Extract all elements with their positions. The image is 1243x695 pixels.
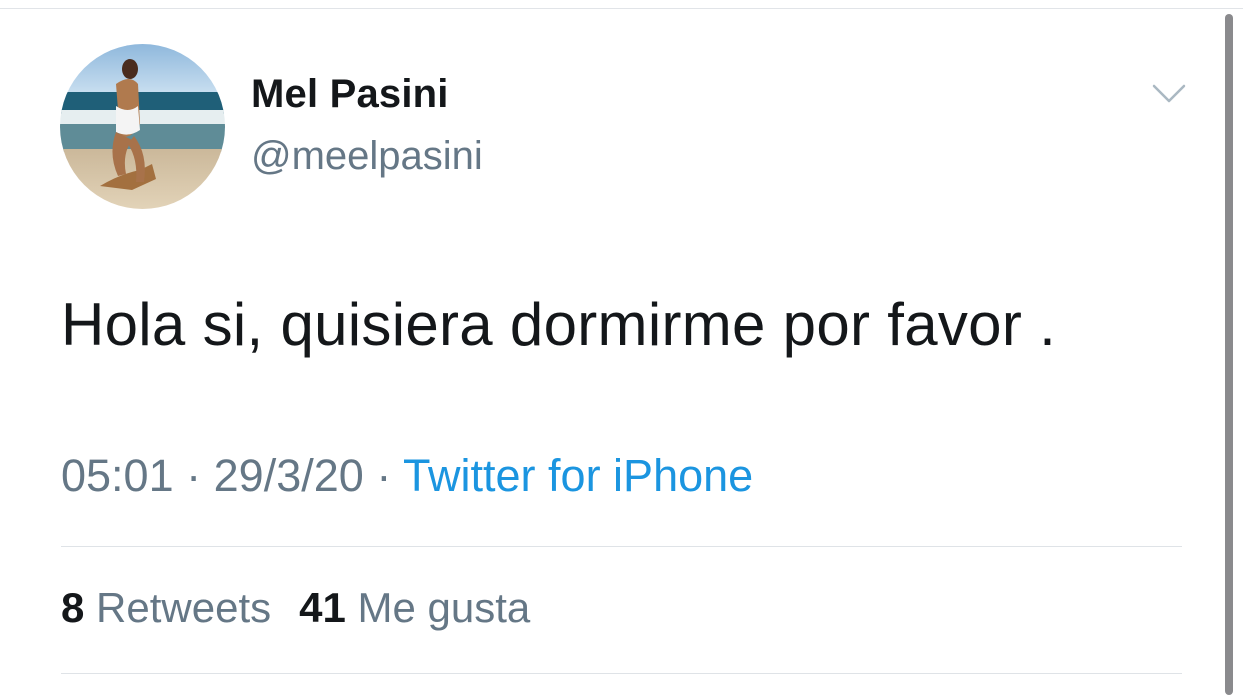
retweets-count: 8 [61, 584, 85, 631]
avatar-image [60, 44, 225, 209]
top-border [0, 8, 1243, 9]
meta-separator: · [186, 450, 202, 501]
retweets-label: Retweets [96, 584, 272, 631]
tweet-page: Mel Pasini @meelpasini Hola si, quisiera… [0, 0, 1243, 695]
tweet-date[interactable]: 29/3/20 [214, 450, 364, 501]
tweet-metadata: 05:01 · 29/3/20 · Twitter for iPhone [61, 450, 753, 502]
likes-count: 41 [299, 584, 346, 631]
retweets-stat[interactable]: 8 Retweets [61, 584, 271, 631]
tweet-stats: 8 Retweets 41 Me gusta [61, 584, 530, 632]
divider [61, 546, 1182, 547]
meta-separator: · [376, 450, 392, 501]
likes-stat[interactable]: 41 Me gusta [299, 584, 530, 631]
chevron-down-icon[interactable] [1151, 83, 1187, 105]
scrollbar[interactable] [1225, 14, 1233, 695]
avatar[interactable] [60, 44, 225, 209]
tweet-text: Hola si, quisiera dormirme por favor . [61, 291, 1057, 358]
display-name[interactable]: Mel Pasini [251, 72, 449, 117]
divider [61, 673, 1182, 674]
tweet-time[interactable]: 05:01 [61, 450, 174, 501]
user-handle[interactable]: @meelpasini [251, 134, 483, 179]
likes-label: Me gusta [357, 584, 531, 631]
tweet-source-link[interactable]: Twitter for iPhone [403, 450, 753, 501]
